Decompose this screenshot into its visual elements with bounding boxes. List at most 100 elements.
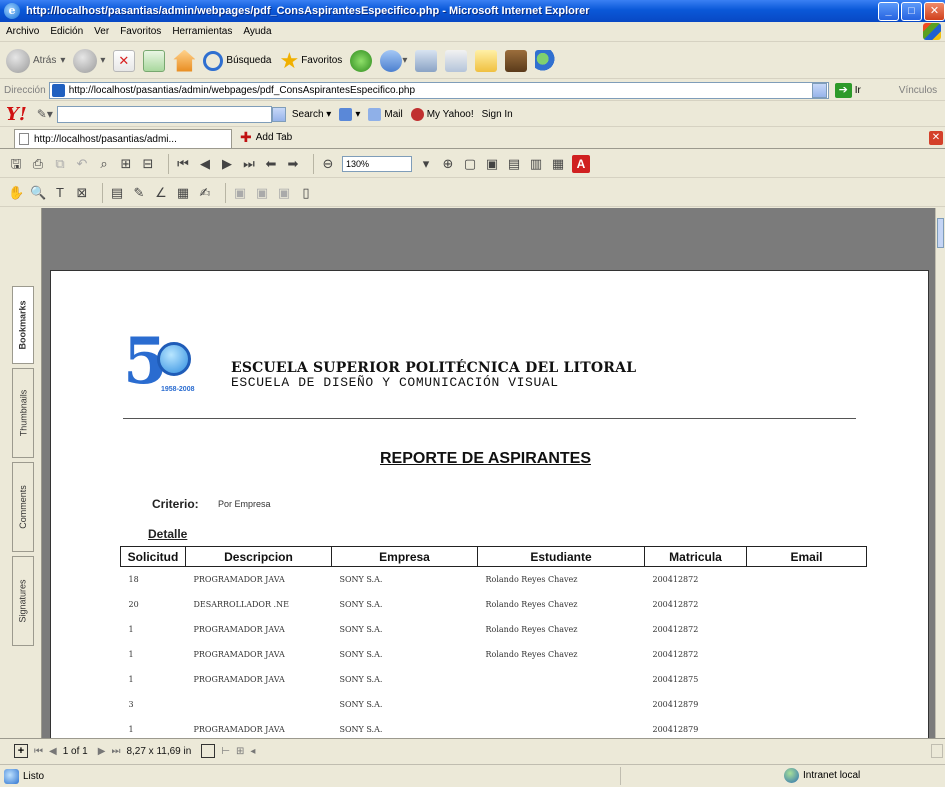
text-select-icon[interactable]: T (52, 185, 68, 201)
minimize-button[interactable]: _ (878, 2, 899, 21)
tools-dropdown-icon[interactable]: ▦ (550, 156, 566, 172)
last-page-button[interactable]: ⏭ (111, 746, 120, 757)
maximize-button[interactable]: □ (901, 2, 922, 21)
print-button[interactable] (415, 49, 438, 72)
single-page-icon[interactable] (201, 744, 216, 758)
close-tab-icon[interactable]: ✕ (929, 131, 943, 145)
zoom-tool-icon[interactable]: 🔍 (30, 185, 46, 201)
find-icon[interactable]: ⌕ (96, 156, 112, 172)
col-descripcion: Descripcion (185, 546, 332, 567)
history-button[interactable] (350, 49, 373, 72)
prev-page-icon[interactable]: ◀ (197, 156, 213, 172)
fit-width-icon[interactable]: ▤ (506, 156, 522, 172)
read-aloud-icon[interactable]: ⊞ (118, 156, 134, 172)
scroll-thumb[interactable] (937, 218, 944, 248)
expand-nav-icon[interactable]: + (14, 744, 28, 758)
pencil-tool-icon[interactable]: ✎ (131, 185, 147, 201)
forward-view-icon[interactable]: ➡ (285, 156, 301, 172)
forward-button[interactable]: ▾ (73, 48, 105, 73)
back-view-icon[interactable]: ⬅ (263, 156, 279, 172)
back-dropdown-icon[interactable]: ▾ (60, 55, 65, 66)
yahoo-search-button[interactable]: Search ▾ (292, 109, 332, 120)
address-input[interactable]: http://localhost/pasantias/admin/webpage… (48, 81, 829, 99)
yahoo-logo[interactable]: Y! (6, 104, 27, 125)
vertical-scrollbar[interactable] (935, 208, 945, 738)
line-tool-icon[interactable]: ∠ (153, 185, 169, 201)
yahoo-search-dropdown[interactable] (271, 106, 286, 122)
zoom-input[interactable]: 130% (342, 155, 412, 172)
logo-globe (157, 342, 191, 376)
my-yahoo-button[interactable]: My Yahoo! (410, 107, 474, 121)
menu-favoritos[interactable]: Favoritos (120, 26, 161, 37)
tab-comments[interactable]: Comments (12, 462, 34, 552)
research-button[interactable] (505, 49, 528, 72)
document-area[interactable]: 5 1958-2008 ESCUELA SUPERIOR POLITÉCNICA… (42, 208, 935, 738)
menu-edicion[interactable]: Edición (50, 26, 83, 37)
next-page-button[interactable]: ▶ (98, 746, 106, 757)
undo-icon[interactable]: ↶ (74, 156, 90, 172)
highlight-tool-icon[interactable]: ✍ (197, 185, 213, 201)
my-yahoo-icon (410, 107, 424, 121)
tab-bookmarks[interactable]: Bookmarks (12, 286, 34, 364)
favorites-button[interactable]: ★ Favoritos (279, 48, 342, 74)
home-button[interactable] (173, 49, 196, 72)
mail-dropdown-icon[interactable]: ▾ (402, 55, 407, 66)
facing-icon[interactable]: ⊞ (236, 746, 244, 757)
mail-button[interactable]: ▾ (380, 49, 407, 72)
fit-page-icon[interactable]: ▣ (484, 156, 500, 172)
scroll-right-button[interactable] (931, 744, 943, 758)
stop-button[interactable] (113, 49, 136, 72)
menu-archivo[interactable]: Archivo (6, 26, 39, 37)
sign-in-button[interactable]: Sign In (482, 109, 513, 120)
folder-button[interactable] (475, 49, 498, 72)
last-page-icon[interactable]: ⏭ (241, 156, 257, 172)
next-page-icon[interactable]: ▶ (219, 156, 235, 172)
back-button[interactable]: Atrás ▾ (6, 48, 65, 73)
refresh-button[interactable] (143, 49, 166, 72)
review-icon[interactable]: ▣ (232, 185, 248, 201)
first-page-icon[interactable]: ⏮ (175, 156, 191, 172)
prev-page-button[interactable]: ◀ (49, 746, 57, 757)
actual-size-icon[interactable]: ▢ (462, 156, 478, 172)
continuous-icon[interactable]: ⊢ (221, 746, 230, 757)
edit-button[interactable] (445, 49, 468, 72)
compare-icon[interactable]: ▣ (254, 185, 270, 201)
save-icon[interactable]: 🖫 (8, 156, 24, 172)
page-layout-icon[interactable]: ⊟ (140, 156, 156, 172)
page-navigation-bar: + ⏮ ◀ 1 of 1 ▶ ⏭ 8,27 x 11,69 in ⊢ ⊞ ◂ (0, 738, 945, 763)
menu-ver[interactable]: Ver (94, 26, 109, 37)
tab-thumbnails[interactable]: Thumbnails (12, 368, 34, 458)
copy-icon[interactable]: ⧉ (52, 156, 68, 172)
forward-dropdown-icon[interactable]: ▾ (100, 55, 105, 66)
attach-icon[interactable]: ▯ (298, 185, 314, 201)
go-button[interactable]: ➔ Ir (834, 82, 861, 98)
pencil-icon[interactable]: ✎▾ (37, 107, 53, 121)
zoom-out-icon[interactable]: ⊖ (320, 156, 336, 172)
tab-signatures[interactable]: Signatures (12, 556, 34, 646)
adobe-acrobat-icon[interactable]: A (572, 154, 590, 173)
stamp-tool-icon[interactable]: ▦ (175, 185, 191, 201)
note-tool-icon[interactable]: ▤ (109, 185, 125, 201)
yahoo-mail-button[interactable]: Mail (368, 107, 403, 121)
page-indicator[interactable]: 1 of 1 (63, 746, 88, 757)
zoom-in-icon[interactable]: ⊕ (440, 156, 456, 172)
sign-icon[interactable]: ▣ (276, 185, 292, 201)
search-button[interactable]: Búsqueda (203, 50, 271, 71)
menu-ayuda[interactable]: Ayuda (243, 26, 271, 37)
add-tab-button[interactable]: ✚ Add Tab (240, 129, 292, 146)
yahoo-news-button[interactable]: ▾ (339, 107, 360, 121)
menu-herramientas[interactable]: Herramientas (172, 26, 232, 37)
links-button[interactable]: Vínculos (899, 85, 937, 96)
zoom-dropdown-icon[interactable]: ▾ (418, 156, 434, 172)
scroll-left-icon[interactable]: ◂ (250, 746, 255, 757)
address-dropdown-button[interactable] (811, 82, 827, 98)
messenger-button[interactable] (535, 49, 558, 72)
yahoo-search-input[interactable] (56, 105, 272, 123)
snapshot-icon[interactable]: ⊠ (74, 185, 90, 201)
first-page-button[interactable]: ⏮ (34, 746, 43, 757)
close-button[interactable]: ✕ (924, 2, 945, 21)
rotate-icon[interactable]: ▥ (528, 156, 544, 172)
hand-tool-icon[interactable]: ✋ (8, 185, 24, 201)
print-icon[interactable]: ⎙ (30, 156, 46, 172)
tab-active[interactable]: http://localhost/pasantias/admi... (14, 129, 232, 148)
